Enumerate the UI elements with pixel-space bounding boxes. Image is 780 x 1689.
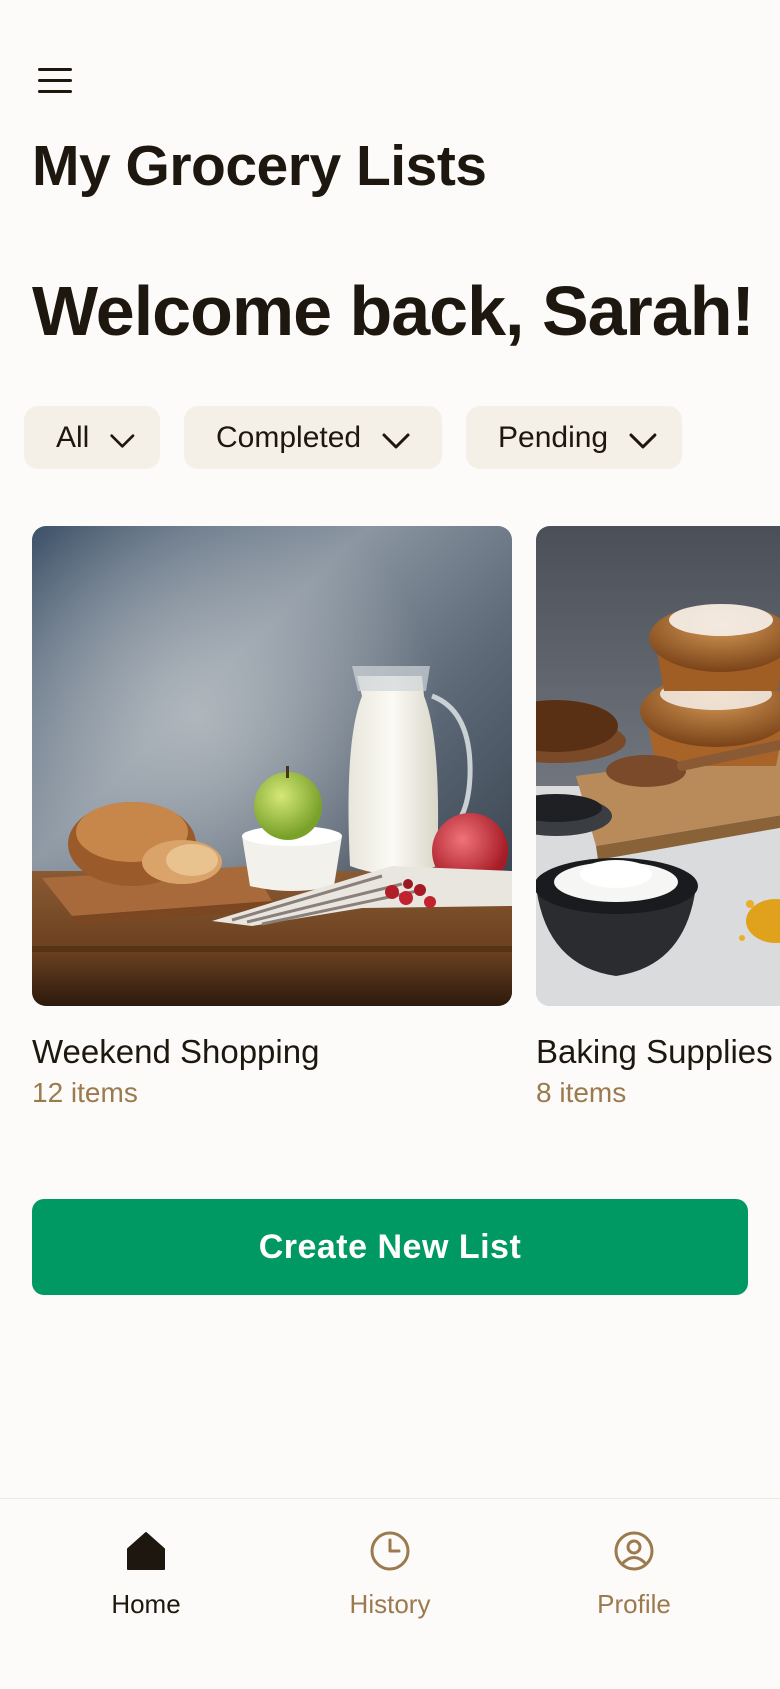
nav-label-profile: Profile [597, 1589, 671, 1619]
nav-label-history: History [349, 1589, 431, 1619]
filter-completed-label: Completed [216, 420, 362, 454]
filter-pending-dropdown[interactable]: Pending [466, 406, 682, 469]
hamburger-menu-icon [38, 68, 72, 93]
list-item-count: 8 items [536, 1076, 627, 1108]
list-item-count: 12 items [32, 1076, 138, 1108]
nav-item-profile[interactable]: Profile [534, 1529, 734, 1617]
muffins-flour-spices-photo [536, 526, 780, 1006]
filter-completed-dropdown[interactable]: Completed [184, 406, 442, 469]
nav-item-home[interactable]: Home [46, 1529, 246, 1617]
clock-icon [370, 1531, 410, 1571]
list-name: Weekend Shopping [32, 1033, 320, 1070]
create-new-list-button[interactable]: Create New List [32, 1199, 748, 1295]
nav-item-history[interactable]: History [290, 1529, 490, 1617]
page-title: My Grocery Lists [32, 134, 487, 198]
chevron-down-icon [629, 433, 657, 448]
list-name: Baking Supplies [536, 1033, 773, 1070]
chevron-down-icon [110, 433, 135, 448]
filter-pending-label: Pending [498, 420, 609, 454]
filter-all-label: All [56, 420, 90, 454]
welcome-message: Welcome back, Sarah! [32, 272, 755, 350]
chevron-down-icon [382, 433, 410, 448]
menu-button[interactable] [34, 60, 78, 100]
user-circle-icon [614, 1531, 654, 1571]
list-card-weekend-shopping[interactable]: Weekend Shopping 12 items [32, 526, 512, 1109]
bread-milk-apples-photo [32, 526, 512, 1006]
nav-label-home: Home [111, 1589, 181, 1619]
bottom-navigation: Home History Profile [0, 1498, 780, 1689]
filter-all-dropdown[interactable]: All [24, 406, 160, 469]
list-card-baking-supplies[interactable]: Baking Supplies 8 items [536, 526, 780, 1109]
home-icon [127, 1532, 165, 1570]
